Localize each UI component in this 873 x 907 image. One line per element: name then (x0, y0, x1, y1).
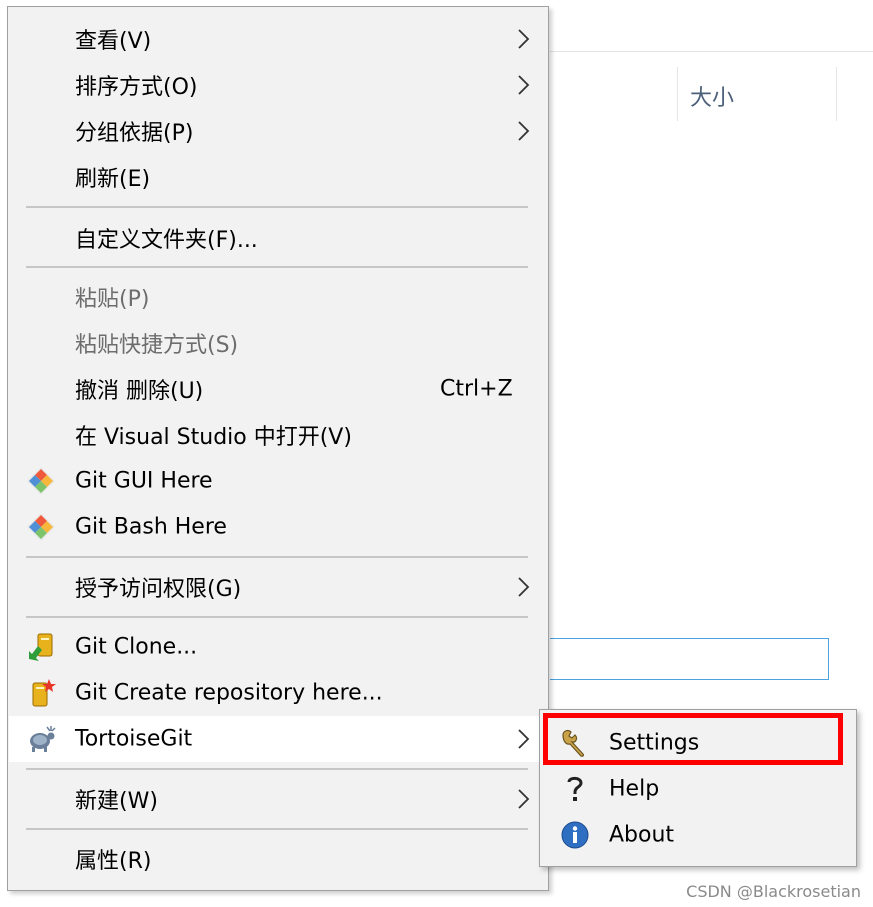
menu-item-refresh[interactable]: 刷新(E) (9, 154, 547, 200)
menu-item-open-in-visual-studio[interactable]: 在 Visual Studio 中打开(V) (9, 412, 547, 458)
chevron-right-icon (518, 121, 530, 141)
menu-separator (26, 266, 528, 268)
menu-separator (26, 828, 528, 830)
file-name-edit-box[interactable] (550, 638, 829, 680)
menu-item-view[interactable]: 查看(V) (9, 16, 547, 62)
menu-item-label: 属性(R) (75, 849, 152, 874)
menu-item-git-create-repository[interactable]: Git Create repository here... (9, 670, 547, 716)
menu-separator (26, 556, 528, 558)
shortcut-text: Ctrl+Z (440, 376, 513, 402)
highlight-annotation-box (543, 713, 843, 765)
menu-item-git-bash[interactable]: Git Bash Here (9, 504, 547, 550)
chevron-right-icon (518, 577, 530, 597)
menu-separator (26, 616, 528, 618)
menu-item-customize-folder[interactable]: 自定义文件夹(F)... (9, 215, 547, 261)
watermark: CSDN @Blackrosetian (686, 882, 861, 901)
chevron-right-icon (518, 729, 530, 749)
menu-item-group-by[interactable]: 分组依据(P) (9, 108, 547, 154)
menu-item-sort-by[interactable]: 排序方式(O) (9, 62, 547, 108)
menu-item-undo-delete[interactable]: 撤消 删除(U) Ctrl+Z (9, 366, 547, 412)
menu-item-label: 授予访问权限(G) (75, 577, 242, 602)
menu-item-label: 粘贴快捷方式(S) (75, 333, 239, 358)
menu-item-give-access[interactable]: 授予访问权限(G) (9, 564, 547, 610)
menu-item-label: 新建(W) (75, 789, 158, 814)
column-separator[interactable] (836, 67, 837, 121)
git-clone-icon (29, 633, 53, 661)
menu-item-label: TortoiseGit (75, 726, 193, 752)
submenu-item-label: Help (609, 776, 660, 802)
menu-item-label: 粘贴(P) (75, 287, 150, 312)
menu-item-label: 查看(V) (75, 29, 152, 54)
menu-item-properties[interactable]: 属性(R) (9, 836, 547, 882)
menu-item-git-gui[interactable]: Git GUI Here (9, 458, 547, 504)
chevron-right-icon (518, 75, 530, 95)
git-diamond-icon (27, 513, 55, 541)
menu-separator (26, 768, 528, 770)
column-header-size[interactable]: 大小 (690, 80, 734, 112)
git-create-repo-icon (32, 679, 56, 707)
explorer-header-divider (550, 51, 873, 52)
git-diamond-icon (27, 467, 55, 495)
submenu-item-help[interactable]: Help (541, 766, 855, 812)
menu-item-tortoisegit[interactable]: TortoiseGit (9, 716, 547, 762)
context-menu: 查看(V) 排序方式(O) 分组依据(P) 刷新(E) 自定义文件夹(F)...… (7, 6, 549, 891)
menu-item-paste-shortcut[interactable]: 粘贴快捷方式(S) (9, 320, 547, 366)
info-icon (561, 821, 589, 849)
menu-item-git-clone[interactable]: Git Clone... (9, 624, 547, 670)
submenu-item-about[interactable]: About (541, 812, 855, 858)
tortoisegit-icon (30, 726, 56, 752)
menu-item-label: Git Create repository here... (75, 680, 383, 706)
menu-item-label: Git Bash Here (75, 514, 227, 540)
chevron-right-icon (518, 789, 530, 809)
menu-item-label: 撤消 删除(U) (75, 379, 204, 404)
chevron-right-icon (518, 29, 530, 49)
menu-item-label: 在 Visual Studio 中打开(V) (75, 425, 352, 450)
menu-item-label: 排序方式(O) (75, 75, 198, 100)
column-separator[interactable] (677, 67, 678, 121)
menu-item-label: 分组依据(P) (75, 121, 194, 146)
menu-item-label: 刷新(E) (75, 167, 151, 192)
menu-item-label: Git GUI Here (75, 468, 213, 494)
menu-item-label: 自定义文件夹(F)... (75, 228, 258, 253)
menu-item-new[interactable]: 新建(W) (9, 776, 547, 822)
help-icon (567, 776, 583, 801)
submenu-item-label: About (609, 822, 675, 848)
menu-item-label: Git Clone... (75, 634, 198, 660)
menu-separator (26, 206, 528, 208)
menu-item-paste[interactable]: 粘贴(P) (9, 274, 547, 320)
